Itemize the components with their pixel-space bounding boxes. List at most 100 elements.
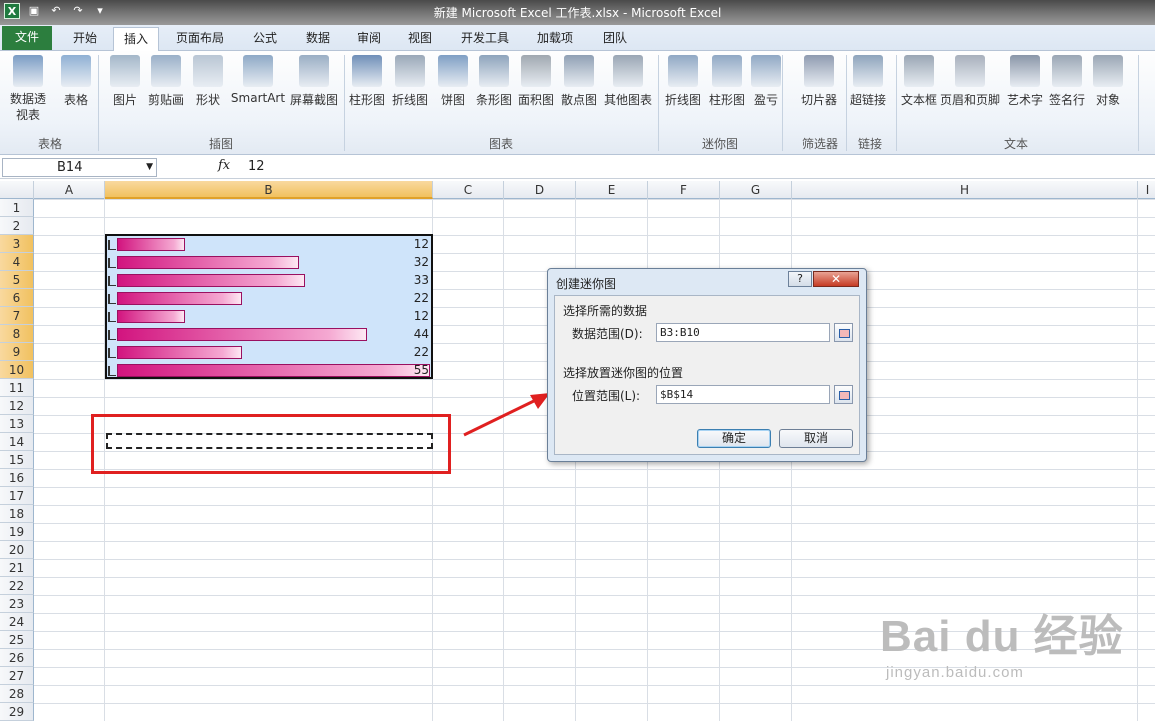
ribbon-button-8[interactable]: 折线图 (389, 55, 431, 108)
ribbon-button-0[interactable]: 数据透视表 (6, 55, 50, 123)
row-header-1[interactable]: 1 (0, 199, 34, 217)
ribbon-button-1[interactable]: 表格 (56, 55, 96, 108)
row-header-16[interactable]: 16 (0, 469, 34, 487)
ribbon-button-13[interactable]: 其他图表 (600, 55, 656, 108)
tab-1[interactable]: 开始 (60, 27, 110, 51)
data-bar-cell-b9[interactable]: 22 (107, 344, 431, 361)
row-header-11[interactable]: 11 (0, 379, 34, 397)
ribbon-button-label: 盈亏 (753, 93, 778, 107)
ribbon-button-18[interactable]: 超链接 (846, 55, 890, 108)
tab-4[interactable]: 公式 (243, 27, 287, 51)
selected-range-b3-b10[interactable]: 12 32 33 22 12 44 22 55 (105, 234, 433, 379)
column-header-g[interactable]: G (720, 181, 792, 199)
ribbon-button-6[interactable]: 屏幕截图 (286, 55, 342, 108)
ribbon-button-4[interactable]: 形状 (190, 55, 226, 108)
row-header-10[interactable]: 10 (0, 361, 34, 379)
column-header-b[interactable]: B (105, 181, 433, 199)
column-header-d[interactable]: D (504, 181, 576, 199)
row-header-26[interactable]: 26 (0, 649, 34, 667)
collapse-location-range-icon[interactable] (834, 385, 853, 404)
ribbon-button-10[interactable]: 条形图 (474, 55, 514, 108)
row-header-25[interactable]: 25 (0, 631, 34, 649)
row-header-21[interactable]: 21 (0, 559, 34, 577)
row-header-18[interactable]: 18 (0, 505, 34, 523)
column-header-h[interactable]: H (792, 181, 1138, 199)
row-header-14[interactable]: 14 (0, 433, 34, 451)
ribbon-button-16[interactable]: 盈亏 (749, 55, 783, 108)
row-header-12[interactable]: 12 (0, 397, 34, 415)
row-header-4[interactable]: 4 (0, 253, 34, 271)
row-header-5[interactable]: 5 (0, 271, 34, 289)
row-header-19[interactable]: 19 (0, 523, 34, 541)
ribbon-button-2[interactable]: 图片 (108, 55, 142, 108)
name-box[interactable]: B14 ▼ (2, 158, 157, 177)
data-bar-cell-b5[interactable]: 33 (107, 272, 431, 289)
cell-icon (108, 276, 116, 286)
tab-0[interactable]: 文件 (2, 26, 52, 50)
ribbon-button-19[interactable]: 文本框 (896, 55, 942, 108)
row-header-6[interactable]: 6 (0, 289, 34, 307)
data-bar-cell-b10[interactable]: 55 (107, 362, 431, 379)
data-bar-cell-b4[interactable]: 32 (107, 254, 431, 271)
collapse-data-range-icon[interactable] (834, 323, 853, 342)
row-header-22[interactable]: 22 (0, 577, 34, 595)
row-header-9[interactable]: 9 (0, 343, 34, 361)
location-range-field[interactable]: $B$14 (656, 385, 830, 404)
ribbon-button-14[interactable]: 折线图 (663, 55, 703, 108)
select-all-corner[interactable] (0, 181, 34, 199)
tab-6[interactable]: 审阅 (347, 27, 391, 51)
row-header-15[interactable]: 15 (0, 451, 34, 469)
data-bar-cell-b7[interactable]: 12 (107, 308, 431, 325)
row-header-24[interactable]: 24 (0, 613, 34, 631)
ribbon-button-23[interactable]: 对象 (1090, 55, 1126, 108)
ribbon-button-5[interactable]: SmartArt (230, 55, 286, 105)
column-header-f[interactable]: F (648, 181, 720, 199)
data-bar-cell-b6[interactable]: 22 (107, 290, 431, 307)
column-header-a[interactable]: A (34, 181, 105, 199)
tab-7[interactable]: 视图 (398, 27, 442, 51)
tab-10[interactable]: 团队 (593, 27, 637, 51)
row-header-29[interactable]: 29 (0, 703, 34, 721)
row-header-3[interactable]: 3 (0, 235, 34, 253)
ribbon-button-15[interactable]: 柱形图 (706, 55, 748, 108)
ribbon-button-22[interactable]: 签名行 (1046, 55, 1088, 108)
ribbon-button-20[interactable]: 页眉和页脚 (940, 55, 1000, 108)
ribbon-tabs: 文件 开始 插入 页面布局 公式 数据 审阅 视图 开发工具 加载项 团队 (0, 25, 1155, 52)
row-header-7[interactable]: 7 (0, 307, 34, 325)
data-bar (117, 328, 367, 341)
tab-8[interactable]: 开发工具 (450, 27, 520, 51)
ribbon-button-3[interactable]: 剪贴画 (146, 55, 186, 108)
column-header-e[interactable]: E (576, 181, 648, 199)
ribbon-button-12[interactable]: 散点图 (558, 55, 600, 108)
close-button[interactable]: ✕ (813, 271, 859, 287)
cancel-button[interactable]: 取消 (779, 429, 853, 448)
baidu-watermark: Bai du 经验 jingyan.baidu.com (880, 600, 1124, 681)
data-bar-cell-b8[interactable]: 44 (107, 326, 431, 343)
tab-5[interactable]: 数据 (296, 27, 340, 51)
row-header-17[interactable]: 17 (0, 487, 34, 505)
column-header-c[interactable]: C (433, 181, 504, 199)
tab-2[interactable]: 插入 (113, 27, 159, 52)
ribbon-button-11[interactable]: 面积图 (515, 55, 557, 108)
tab-9[interactable]: 加载项 (526, 27, 584, 51)
column-header-i[interactable]: I (1138, 181, 1155, 199)
ribbon-button-7[interactable]: 柱形图 (346, 55, 388, 108)
data-range-field[interactable]: B3:B10 (656, 323, 830, 342)
insert-function-button[interactable]: fx (218, 158, 230, 173)
ribbon-button-9[interactable]: 饼图 (436, 55, 470, 108)
row-header-13[interactable]: 13 (0, 415, 34, 433)
row-header-8[interactable]: 8 (0, 325, 34, 343)
ribbon-button-17[interactable]: 切片器 (797, 55, 841, 108)
ribbon-button-21[interactable]: 艺术字 (1004, 55, 1046, 108)
row-header-2[interactable]: 2 (0, 217, 34, 235)
row-header-27[interactable]: 27 (0, 667, 34, 685)
help-button[interactable]: ? (788, 271, 812, 287)
row-header-23[interactable]: 23 (0, 595, 34, 613)
row-header-28[interactable]: 28 (0, 685, 34, 703)
ok-button[interactable]: 确定 (697, 429, 771, 448)
name-box-dropdown-icon[interactable]: ▼ (146, 159, 153, 176)
row-header-20[interactable]: 20 (0, 541, 34, 559)
tab-3[interactable]: 页面布局 (165, 27, 235, 51)
formula-input[interactable]: 12 (248, 159, 265, 174)
data-bar-cell-b3[interactable]: 12 (107, 236, 431, 253)
